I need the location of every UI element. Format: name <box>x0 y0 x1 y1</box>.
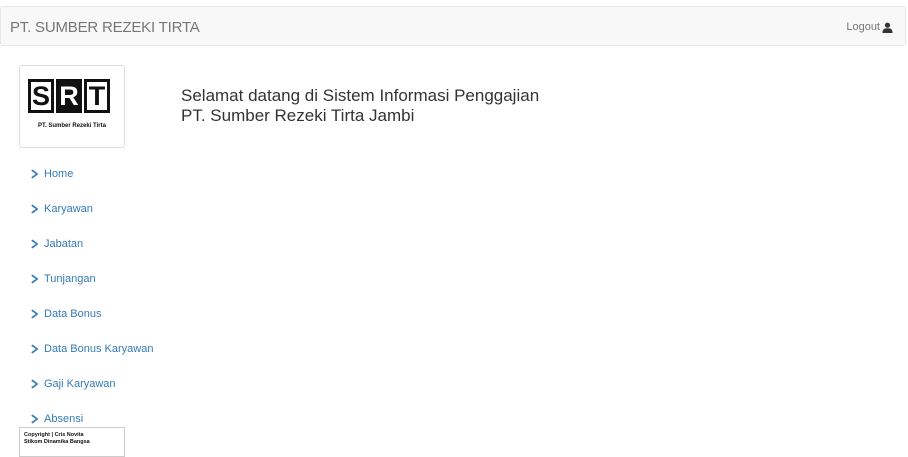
sidebar-item-jabatan[interactable]: Jabatan <box>31 226 153 261</box>
chevron-right-icon <box>31 309 39 318</box>
logo-letter-t: T <box>84 79 110 113</box>
logo-letter-r: R <box>56 79 82 113</box>
sidebar-item-tunjangan[interactable]: Tunjangan <box>31 261 153 296</box>
chevron-right-icon <box>31 274 39 283</box>
welcome-line-2: PT. Sumber Rezeki Tirta Jambi <box>181 106 415 125</box>
copyright-box: Copyright | Cris Novita Stikom Dinamika … <box>19 427 125 457</box>
sidebar-menu: Home Karyawan Jabatan Tunjangan Data Bon… <box>31 156 153 436</box>
sidebar-item-label: Tunjangan <box>44 272 96 285</box>
sidebar-item-label: Data Bonus <box>44 307 102 320</box>
sidebar-item-label: Karyawan <box>44 202 93 215</box>
sidebar-item-label: Jabatan <box>44 237 84 250</box>
copyright-line-1: Copyright | Cris Novita <box>24 432 84 438</box>
sidebar-item-label: Absensi <box>44 412 84 425</box>
copyright-line-2: Stikom Dinamika Bangsa <box>24 439 90 445</box>
chevron-right-icon <box>31 344 39 353</box>
top-navbar: PT. SUMBER REZEKI TIRTA Logout <box>0 6 906 46</box>
sidebar-item-label: Gaji Karyawan <box>44 377 116 390</box>
navbar-brand[interactable]: PT. SUMBER REZEKI TIRTA <box>10 19 200 36</box>
user-icon <box>882 22 893 33</box>
chevron-right-icon <box>31 414 39 423</box>
chevron-right-icon <box>31 379 39 388</box>
welcome-line-1: Selamat datang di Sistem Informasi Pengg… <box>181 86 540 105</box>
sidebar-item-data-bonus[interactable]: Data Bonus <box>31 296 153 331</box>
sidebar-item-gaji-karyawan[interactable]: Gaji Karyawan <box>31 366 153 401</box>
welcome-message: Selamat datang di Sistem Informasi Pengg… <box>181 86 539 126</box>
sidebar-item-label: Home <box>44 167 74 180</box>
sidebar-item-home[interactable]: Home <box>31 156 153 191</box>
chevron-right-icon <box>31 169 39 178</box>
sidebar-item-label: Data Bonus Karyawan <box>44 342 154 355</box>
logout-link[interactable]: Logout <box>846 21 893 33</box>
chevron-right-icon <box>31 204 39 213</box>
logout-label: Logout <box>846 21 880 33</box>
chevron-right-icon <box>31 239 39 248</box>
logo-letter-s: S <box>28 79 54 113</box>
logo-letters: S R T <box>28 79 110 113</box>
sidebar-item-data-bonus-karyawan[interactable]: Data Bonus Karyawan <box>31 331 153 366</box>
logo-caption: PT. Sumber Rezeki Tirta <box>38 123 106 129</box>
sidebar-item-karyawan[interactable]: Karyawan <box>31 191 153 226</box>
company-logo: S R T PT. Sumber Rezeki Tirta <box>19 65 125 148</box>
